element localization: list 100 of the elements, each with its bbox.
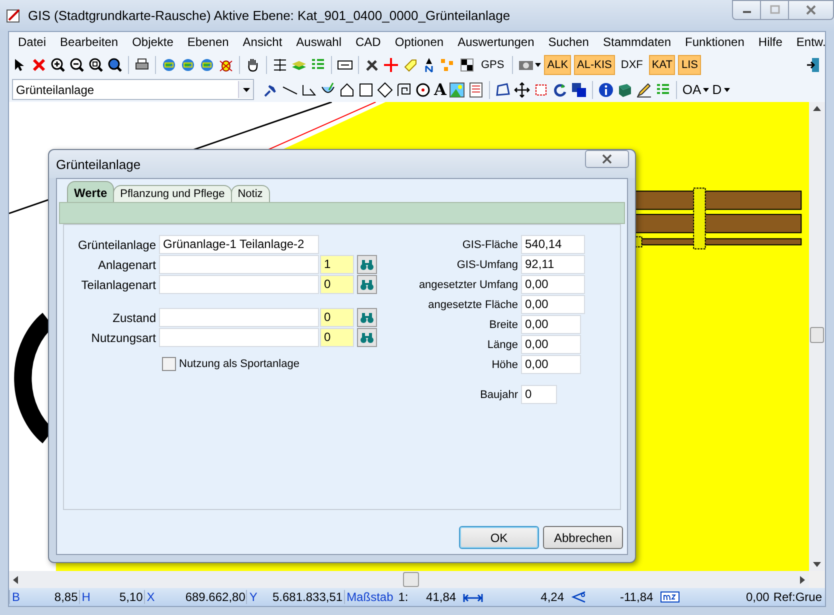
status-label: X xyxy=(144,590,157,604)
minimize-button[interactable] xyxy=(732,0,761,20)
text-field[interactable]: 0,00 xyxy=(521,335,581,354)
scroll-right-icon[interactable] xyxy=(800,576,805,584)
plus-icon[interactable] xyxy=(383,56,399,72)
checkbox[interactable] xyxy=(162,357,176,371)
spiral-icon[interactable] xyxy=(396,82,412,98)
toolbar-menu-button[interactable]: OA xyxy=(682,82,710,97)
tab[interactable]: Notiz xyxy=(230,185,270,202)
search-button[interactable] xyxy=(357,255,377,274)
menu-item[interactable]: Stammdaten xyxy=(596,35,678,49)
rewind-icon[interactable] xyxy=(107,56,123,72)
globe-icon[interactable] xyxy=(180,56,196,72)
menu-item[interactable]: Ebenen xyxy=(180,35,236,49)
toolbar-button[interactable]: LIS xyxy=(678,54,701,74)
zoom-icon[interactable] xyxy=(88,56,104,72)
text-field[interactable] xyxy=(159,255,319,274)
layer-dropdown[interactable]: Grünteilanlage xyxy=(12,79,254,100)
tab[interactable]: Pflanzung und Pflege xyxy=(113,185,232,202)
pencil-icon[interactable] xyxy=(636,82,652,98)
tab[interactable]: Werte xyxy=(67,181,114,202)
zoom-in-icon[interactable] xyxy=(50,56,66,72)
text-field[interactable] xyxy=(159,328,319,347)
checker-icon[interactable] xyxy=(459,56,475,72)
globe-icon[interactable] xyxy=(161,56,177,72)
scroll-up-icon[interactable] xyxy=(813,106,821,111)
scroll-left-icon[interactable] xyxy=(13,576,18,584)
printer-icon[interactable] xyxy=(134,56,150,72)
dialog-button[interactable]: Abbrechen xyxy=(543,526,623,549)
toolbar-button[interactable]: DXF xyxy=(618,54,646,74)
search-button[interactable] xyxy=(357,328,377,347)
caret-icon xyxy=(242,88,250,92)
book-icon[interactable] xyxy=(617,82,634,98)
polygon-icon[interactable] xyxy=(495,82,512,98)
scrollbar-thumb[interactable] xyxy=(810,327,824,343)
menu-item[interactable]: Auswahl xyxy=(289,35,349,49)
form-icon[interactable] xyxy=(468,82,484,98)
info-icon[interactable] xyxy=(598,82,614,98)
field-label: Höhe xyxy=(490,358,518,370)
menu-item[interactable]: Ansicht xyxy=(236,35,290,49)
code-field[interactable]: 1 xyxy=(320,255,354,274)
field-label: Länge xyxy=(486,338,518,350)
angle-icon xyxy=(571,591,588,603)
dialog-button[interactable]: OK xyxy=(459,526,539,549)
close-button[interactable] xyxy=(788,0,834,20)
menu-item[interactable]: Objekte xyxy=(125,35,180,49)
exit-icon[interactable] xyxy=(806,56,822,72)
scrollbar-thumb[interactable] xyxy=(403,572,419,587)
grid-icon[interactable] xyxy=(272,56,288,72)
search-button[interactable] xyxy=(357,308,377,327)
menu-item[interactable]: Datei xyxy=(11,35,54,49)
status-value: 8,85 xyxy=(53,590,79,604)
close-button[interactable] xyxy=(585,150,629,168)
move-icon[interactable] xyxy=(514,82,530,98)
toolbar-menu-button[interactable]: D xyxy=(712,82,730,97)
globe-icon[interactable] xyxy=(199,56,215,72)
text-field[interactable]: 540,14 xyxy=(521,235,585,254)
text-field[interactable]: Grünanlage-1 Teilanlage-2 xyxy=(159,235,319,254)
delete-icon[interactable] xyxy=(31,56,47,72)
menu-item[interactable]: Auswertungen xyxy=(450,35,542,49)
pentagon-icon[interactable] xyxy=(339,82,355,98)
toolbar-button[interactable]: ALK xyxy=(544,54,572,74)
diamond-icon[interactable] xyxy=(377,82,393,98)
menu-item[interactable]: Suchen xyxy=(541,35,596,49)
copy-icon[interactable] xyxy=(571,82,588,98)
status-value: 41,84 xyxy=(425,590,458,604)
search-button[interactable] xyxy=(357,275,377,294)
text-tool-button[interactable]: A xyxy=(434,82,446,98)
menu-item[interactable]: Entw. xyxy=(789,35,833,49)
field-label: Nutzungsart xyxy=(90,330,156,344)
image-icon[interactable] xyxy=(449,82,466,98)
text-field[interactable] xyxy=(159,308,319,327)
menu-item[interactable]: Bearbeiten xyxy=(53,35,126,49)
scroll-down-icon[interactable] xyxy=(813,562,821,567)
target-icon[interactable] xyxy=(415,82,431,98)
text-field[interactable]: 92,11 xyxy=(521,255,585,274)
menu-item[interactable]: Hilfe xyxy=(751,35,790,49)
text-field[interactable] xyxy=(159,275,319,294)
code-field[interactable]: 0 xyxy=(320,328,354,347)
toolbar-button[interactable]: GPS xyxy=(478,54,508,74)
zoom-out-icon[interactable] xyxy=(69,56,85,72)
vertical-scrollbar[interactable] xyxy=(809,102,825,571)
code-field[interactable]: 0 xyxy=(320,275,354,294)
text-field[interactable]: 0 xyxy=(521,385,557,404)
rotate-icon[interactable] xyxy=(552,82,568,98)
menu-item[interactable]: Optionen xyxy=(388,35,451,49)
text-field[interactable]: 0,00 xyxy=(521,315,581,334)
status-value: 4,24 xyxy=(540,590,566,604)
text-field[interactable]: 0,00 xyxy=(521,275,585,294)
area-icon xyxy=(660,591,680,603)
text-field[interactable]: 0,00 xyxy=(521,295,585,314)
code-field[interactable]: 0 xyxy=(320,308,354,327)
caret-icon[interactable] xyxy=(535,62,542,66)
horizontal-scrollbar[interactable] xyxy=(9,571,809,588)
square-icon[interactable] xyxy=(358,82,374,98)
menu-item[interactable]: Funktionen xyxy=(678,35,752,49)
toolbar-button[interactable]: KAT xyxy=(648,54,676,74)
toolbar-button[interactable]: AL-KIS xyxy=(574,54,615,74)
menu-item[interactable]: CAD xyxy=(348,35,388,49)
text-field[interactable]: 0,00 xyxy=(521,355,581,374)
